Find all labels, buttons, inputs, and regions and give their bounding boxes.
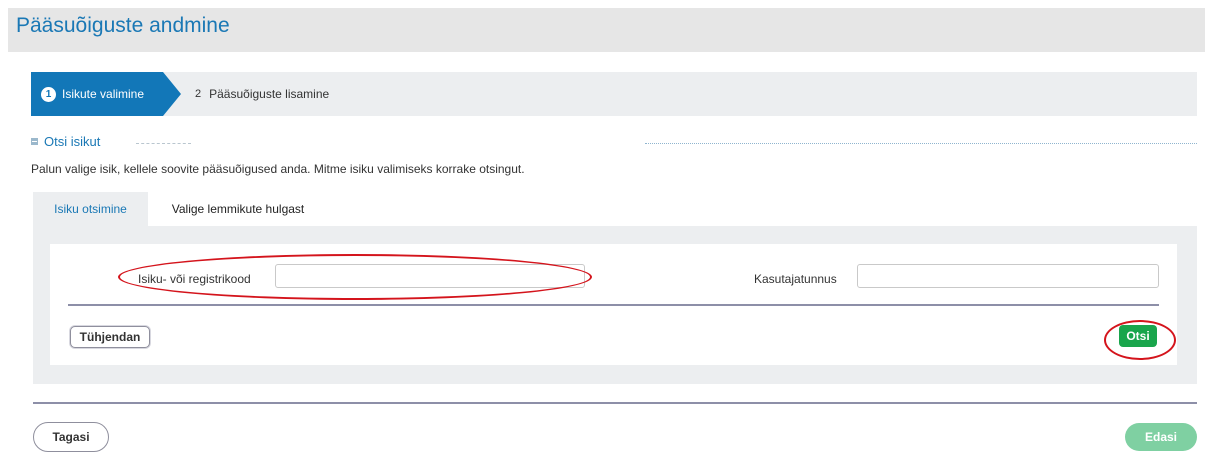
search-panel: Isiku- või registrikood Kasutajatunnus T… <box>33 226 1197 384</box>
wizard-step-label: Pääsuõiguste lisamine <box>209 87 330 101</box>
wizard-steps: 1 Isikute valimine 2 Pääsuõiguste lisami… <box>31 72 1197 116</box>
step-arrow-icon <box>163 72 181 116</box>
tab-lemmikud[interactable]: Valige lemmikute hulgast <box>158 192 318 226</box>
collapse-icon <box>31 138 38 145</box>
search-form: Isiku- või registrikood Kasutajatunnus T… <box>50 244 1177 365</box>
footer-divider <box>33 402 1197 404</box>
username-input[interactable] <box>857 264 1159 288</box>
form-divider <box>68 304 1159 306</box>
step-number: 2 <box>195 88 202 100</box>
wizard-step-2[interactable]: 2 Pääsuõiguste lisamine <box>195 72 329 116</box>
section-title: Otsi isikut <box>44 134 101 149</box>
section-divider-long <box>645 143 1197 144</box>
step-number-badge: 1 <box>41 86 56 102</box>
instruction-text: Palun valige isik, kellele soovite pääsu… <box>31 162 525 176</box>
next-button[interactable]: Edasi <box>1125 423 1197 451</box>
section-toggle[interactable]: Otsi isikut <box>31 134 100 149</box>
username-label: Kasutajatunnus <box>754 272 837 286</box>
page-title: Pääsuõiguste andmine <box>16 14 230 37</box>
section-divider-short <box>136 143 191 144</box>
back-button[interactable]: Tagasi <box>33 422 109 452</box>
search-button[interactable]: Otsi <box>1119 325 1157 347</box>
id-code-input[interactable] <box>275 264 585 288</box>
id-code-label: Isiku- või registrikood <box>138 272 251 286</box>
wizard-step-1[interactable]: 1 Isikute valimine <box>31 72 163 116</box>
clear-button[interactable]: Tühjendan <box>70 326 150 348</box>
tab-isiku-otsimine[interactable]: Isiku otsimine <box>33 192 148 226</box>
main-content: 1 Isikute valimine 2 Pääsuõiguste lisami… <box>8 52 1205 460</box>
wizard-step-label: Isikute valimine <box>62 87 145 101</box>
